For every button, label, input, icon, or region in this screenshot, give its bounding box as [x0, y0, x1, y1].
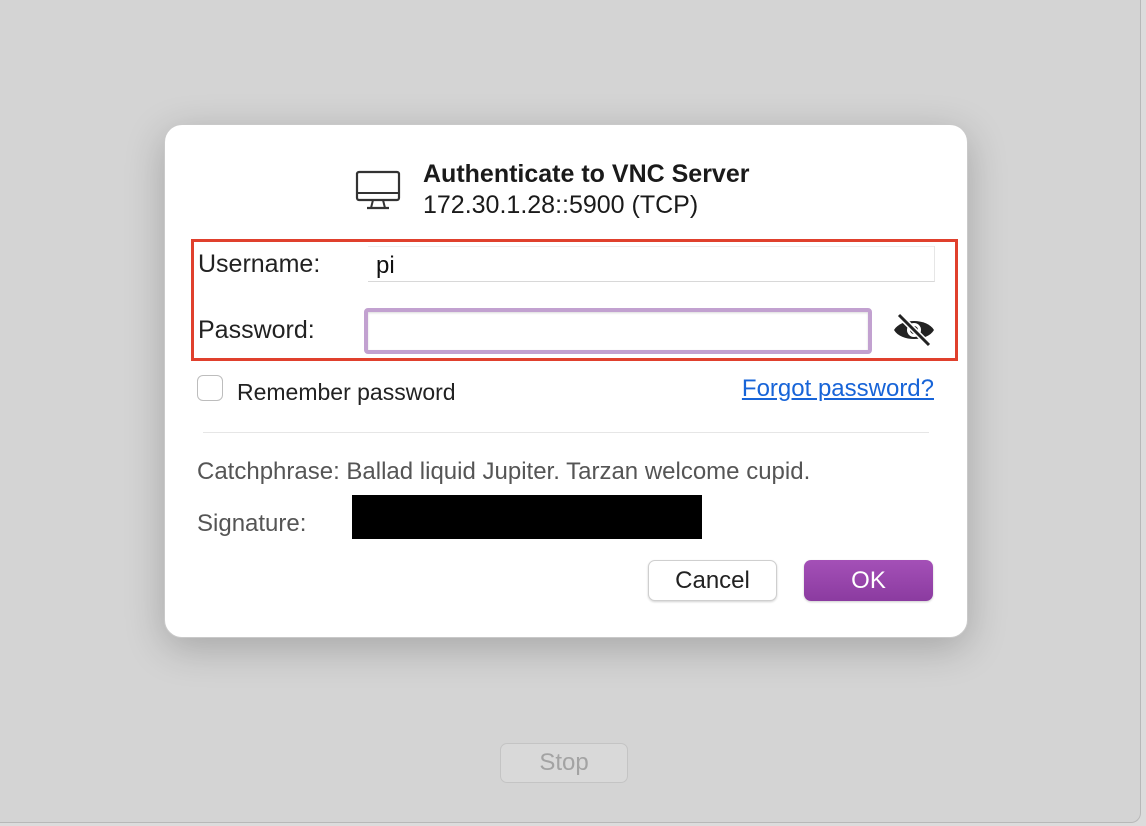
signature-redacted-value	[352, 495, 702, 539]
catchphrase-text: Catchphrase: Ballad liquid Jupiter. Tarz…	[197, 458, 811, 485]
header-text: Authenticate to VNC Server 172.30.1.28::…	[423, 159, 749, 221]
eye-slash-icon[interactable]	[891, 310, 937, 350]
password-label: Password:	[198, 316, 315, 344]
password-input[interactable]	[364, 308, 872, 354]
username-input[interactable]	[368, 246, 935, 282]
ok-button[interactable]: OK	[804, 560, 933, 601]
dialog-title: Authenticate to VNC Server	[423, 160, 750, 188]
forgot-password-link[interactable]: Forgot password?	[742, 375, 934, 403]
remember-password-checkbox[interactable]	[197, 375, 223, 401]
remember-password-label[interactable]: Remember password	[237, 379, 456, 406]
monitor-icon	[355, 170, 401, 210]
auth-dialog: Authenticate to VNC Server 172.30.1.28::…	[164, 124, 968, 638]
server-address: 172.30.1.28::5900 (TCP)	[423, 191, 699, 219]
stop-button[interactable]: Stop	[500, 743, 628, 783]
username-label: Username:	[198, 250, 321, 278]
signature-label: Signature:	[197, 510, 307, 537]
divider	[203, 432, 929, 433]
dialog-header: Authenticate to VNC Server 172.30.1.28::…	[355, 159, 749, 221]
cancel-button[interactable]: Cancel	[648, 560, 777, 601]
